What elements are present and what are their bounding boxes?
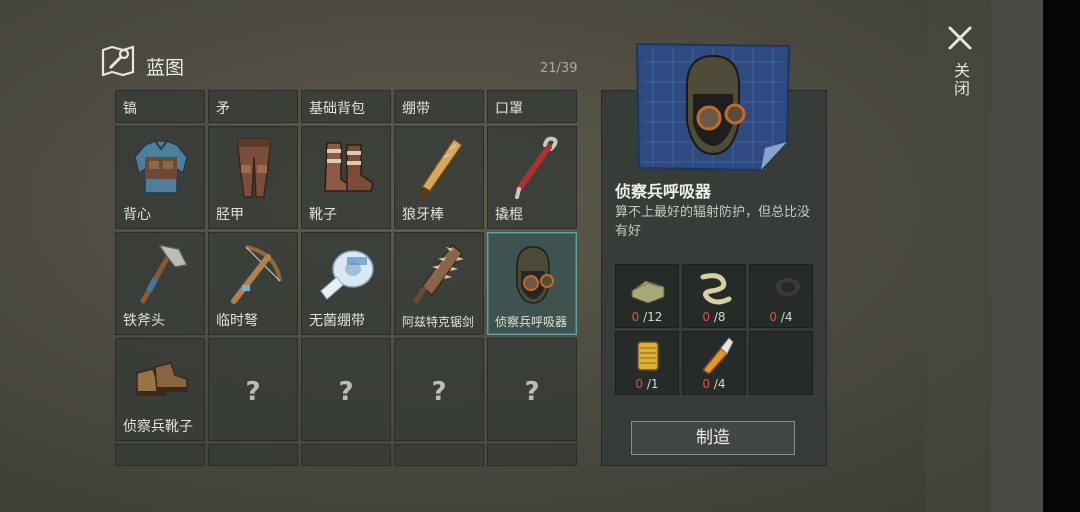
rubber-ring-icon [764, 278, 800, 302]
blueprint-cell-locked[interactable]: ? [487, 338, 577, 441]
cell-label: 绷带 [402, 101, 430, 117]
blueprint-cell-boots[interactable]: 靴子 [301, 126, 391, 229]
material-slot[interactable]: 0 /4 [749, 264, 813, 328]
cloth-icon [631, 280, 665, 304]
material-quantity: 0 /4 [769, 310, 793, 324]
blueprint-cell-aztec-sword[interactable]: 阿兹特克锯剑 [394, 232, 484, 335]
cell-label: 临时弩 [216, 313, 258, 329]
rope-icon [700, 273, 732, 305]
blueprint-map-icon [101, 45, 135, 77]
material-quantity: 0 /4 [702, 377, 726, 391]
material-slot[interactable]: 0 /4 [682, 331, 746, 395]
blueprint-cell-crowbar[interactable]: 撬棍 [487, 126, 577, 229]
crossbow-icon [231, 245, 282, 304]
cell-label: 镐 [123, 101, 137, 117]
blueprint-cell-mask[interactable]: 口罩 [487, 90, 577, 123]
locked-question-mark: ? [245, 377, 261, 407]
iron-axe-icon [140, 243, 189, 304]
vest-icon [134, 140, 188, 194]
crowbar-icon [515, 136, 558, 199]
blueprint-cell-spear[interactable]: 矛 [208, 90, 298, 123]
blueprint-preview-image [635, 42, 791, 172]
material-slot-empty [749, 331, 813, 395]
close-label[interactable]: 关闭 [948, 62, 972, 98]
blueprint-cell-greaves[interactable]: 胫甲 [208, 126, 298, 229]
close-icon [948, 26, 972, 50]
cell-label: 口罩 [495, 101, 523, 117]
locked-question-mark: ? [524, 377, 540, 407]
cell-label: 无菌绷带 [309, 313, 365, 329]
item-name: 侦察兵呼吸器 [615, 182, 712, 201]
material-slot[interactable]: 0 /1 [615, 331, 679, 395]
cell-label: 侦察兵靴子 [123, 419, 193, 435]
cell-label: 靴子 [309, 207, 337, 223]
blueprint-cell-vest[interactable]: 背心 [115, 126, 205, 229]
aztec-sword-icon [413, 243, 464, 304]
sterile-bandage-icon [320, 250, 374, 300]
craft-button[interactable]: 制造 [631, 421, 795, 455]
cell-label: 侦察兵呼吸器 [495, 315, 568, 329]
scout-boots-icon [136, 362, 188, 396]
material-slot[interactable]: 0 /8 [682, 264, 746, 328]
cell-label: 基础背包 [309, 101, 365, 117]
blueprint-cell-bandage[interactable]: 绷带 [394, 90, 484, 123]
cell-label: 阿兹特克锯剑 [402, 315, 475, 329]
blueprint-cell-partial[interactable] [208, 444, 298, 466]
scout-respirator-icon [516, 246, 554, 304]
close-button[interactable] [944, 22, 976, 54]
blueprint-cell-locked[interactable]: ? [394, 338, 484, 441]
page-title: 蓝图 [146, 57, 185, 79]
right-edge [991, 0, 1043, 512]
blueprint-cell-basic-backpack[interactable]: 基础背包 [301, 90, 391, 123]
blueprint-cell-scout-respirator[interactable]: 侦察兵呼吸器 [487, 232, 577, 335]
item-description: 算不上最好的辐射防护，但总比没有好 [615, 205, 811, 239]
blueprint-cell-spiked-club[interactable]: 狼牙棒 [394, 126, 484, 229]
blueprint-cell-pickaxe[interactable]: 镐 [115, 90, 205, 123]
cell-label: 铁斧头 [123, 313, 165, 329]
blueprint-cell-locked[interactable]: ? [208, 338, 298, 441]
blueprint-cell-partial[interactable] [394, 444, 484, 466]
material-quantity: 0 /8 [702, 310, 726, 324]
material-quantity: 0 /1 [635, 377, 659, 391]
blueprint-cell-scout-boots[interactable]: 侦察兵靴子 [115, 338, 205, 441]
blueprint-cell-makeshift-crossbow[interactable]: 临时弩 [208, 232, 298, 335]
cell-label: 矛 [216, 101, 230, 117]
cell-label: 撬棍 [495, 207, 523, 223]
glue-icon [701, 337, 734, 374]
locked-question-mark: ? [338, 377, 354, 407]
screen-edge [1043, 0, 1080, 512]
spiked-club-icon [418, 137, 464, 199]
greaves-icon [237, 138, 271, 198]
cell-label: 狼牙棒 [402, 207, 444, 223]
blueprint-cell-partial[interactable] [301, 444, 391, 466]
cell-label: 背心 [123, 207, 151, 223]
boots-icon [324, 142, 374, 192]
material-slot[interactable]: 0 /12 [615, 264, 679, 328]
blueprint-grid: 镐 矛 基础背包 绷带 口罩 背心 胫甲 靴子 狼牙棒 撬棍 铁斧头 临时弩 无… [115, 90, 577, 466]
blueprint-cell-iron-axe[interactable]: 铁斧头 [115, 232, 205, 335]
blueprint-cell-partial[interactable] [487, 444, 577, 466]
locked-question-mark: ? [431, 377, 447, 407]
blueprint-count: 21/39 [540, 61, 578, 76]
blueprint-cell-locked[interactable]: ? [301, 338, 391, 441]
cell-label: 胫甲 [216, 207, 244, 223]
filter-icon [637, 341, 659, 371]
material-quantity: 0 /12 [631, 310, 663, 324]
blueprint-cell-sterile-bandage[interactable]: 无菌绷带 [301, 232, 391, 335]
blueprint-cell-partial[interactable] [115, 444, 205, 466]
